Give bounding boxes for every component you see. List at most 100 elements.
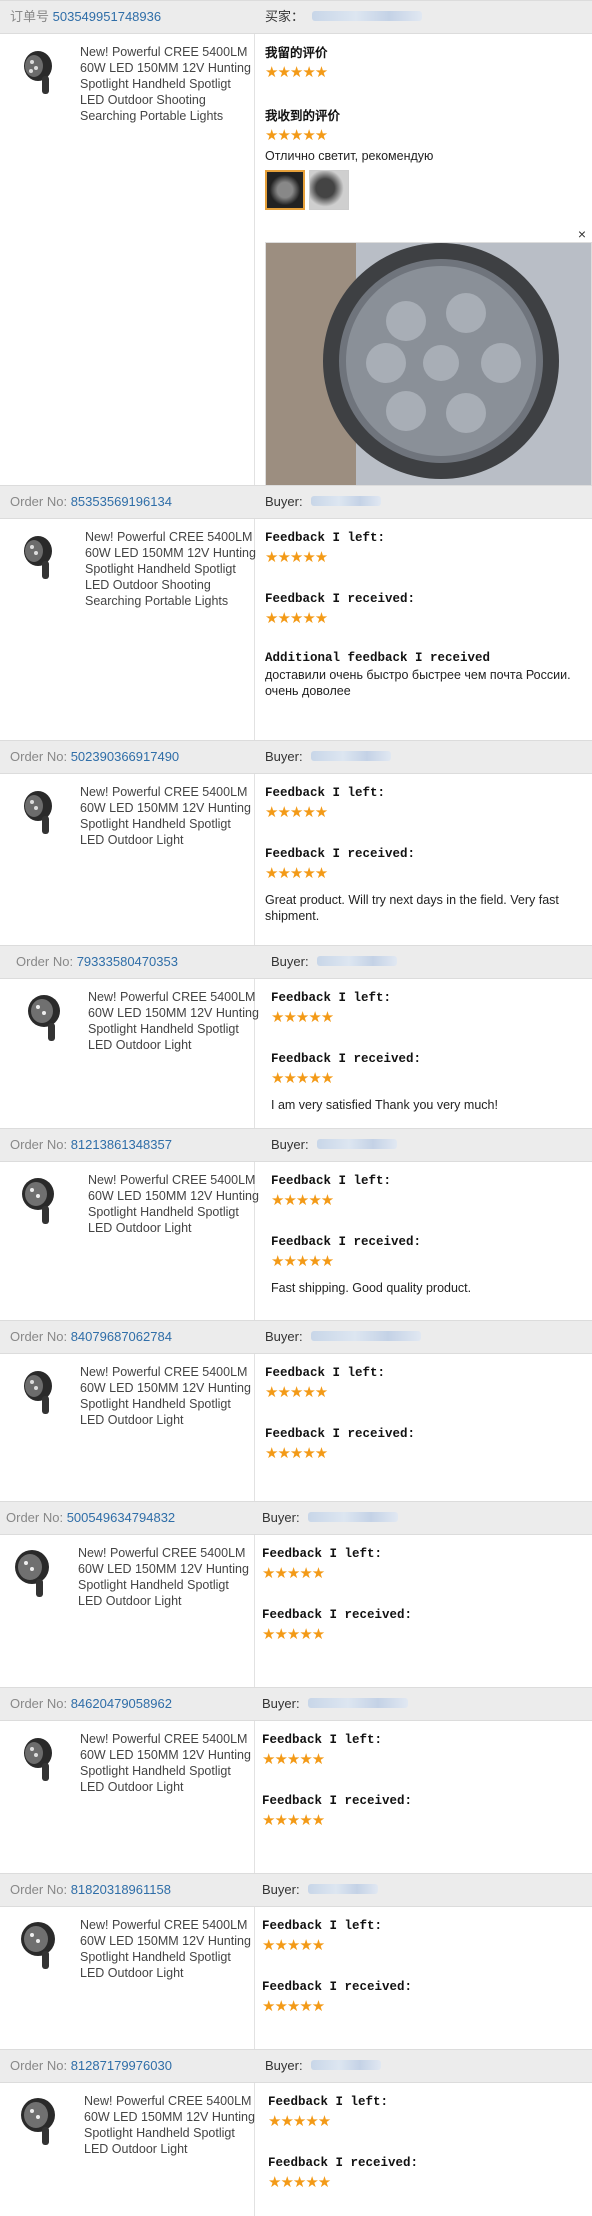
- spotlight-product-icon[interactable]: [6, 1547, 60, 1601]
- feedback-left-label: Feedback I left:: [271, 1174, 392, 1188]
- product-title-link[interactable]: New! Powerful CREE 5400LM 60W LED 150MM …: [78, 1545, 250, 1609]
- buyer-label: Buyer:: [262, 1882, 300, 1897]
- order-body: New! Powerful CREE 5400LM 60W LED 150MM …: [0, 1162, 592, 1320]
- feedback-received-stars: ★★★★★: [265, 1445, 328, 1462]
- order-label: Order No:: [10, 494, 68, 509]
- order-number-link[interactable]: 79333580470353: [77, 954, 178, 969]
- flashlight-photo-image: [266, 243, 591, 485]
- order-label: Order No:: [10, 1329, 68, 1344]
- order-number-link[interactable]: 85353569196134: [71, 494, 172, 509]
- product-cell: New! Powerful CREE 5400LM 60W LED 150MM …: [0, 979, 259, 1133]
- spotlight-product-icon[interactable]: [12, 531, 66, 585]
- feedback-received-stars: ★★★★★: [265, 865, 328, 882]
- feedback-received-stars: ★★★★★: [271, 1253, 334, 1270]
- spotlight-product-icon[interactable]: [12, 1366, 66, 1420]
- order-label: 订单号: [10, 9, 50, 24]
- feedback-received-label: 我收到的评价: [265, 109, 341, 123]
- order-body: New! Powerful CREE 5400LM 60W LED 150MM …: [0, 774, 592, 945]
- feedback-left-stars: ★★★★★: [268, 2113, 331, 2130]
- review-photo-large[interactable]: [265, 242, 592, 486]
- product-cell: New! Powerful CREE 5400LM 60W LED 150MM …: [0, 1535, 255, 1687]
- feedback-cell: Feedback I left: ★★★★★ Feedback I receiv…: [265, 529, 582, 699]
- product-title-link[interactable]: New! Powerful CREE 5400LM 60W LED 150MM …: [80, 784, 252, 848]
- product-title-link[interactable]: New! Powerful CREE 5400LM 60W LED 150MM …: [80, 1917, 252, 1981]
- product-title-link[interactable]: New! Powerful CREE 5400LM 60W LED 150MM …: [88, 989, 260, 1053]
- order-header: Order No: 502390366917490 Buyer:: [0, 740, 592, 774]
- buyer-comment: Great product. Will try next days in the…: [265, 893, 559, 923]
- order-label: Order No:: [10, 1137, 68, 1152]
- product-title-link[interactable]: New! Powerful CREE 5400LM 60W LED 150MM …: [80, 1364, 252, 1428]
- order-label: Order No:: [6, 1510, 64, 1525]
- spotlight-product-icon[interactable]: [12, 786, 66, 840]
- order-number-link[interactable]: 81213861348357: [71, 1137, 172, 1152]
- feedback-cell: Feedback I left: ★★★★★ Feedback I receiv…: [265, 784, 582, 924]
- product-title-link[interactable]: New! Powerful CREE 5400LM 60W LED 150MM …: [80, 44, 252, 124]
- order-number-link[interactable]: 81820318961158: [71, 1882, 171, 1897]
- review-photo-thumb-2[interactable]: [309, 170, 349, 210]
- feedback-left-label: Feedback I left:: [265, 786, 386, 800]
- order-body: New! Powerful CREE 5400LM 60W LED 150MM …: [0, 2083, 592, 2216]
- order-number-link[interactable]: 81287179976030: [71, 2058, 172, 2073]
- product-cell: New! Powerful CREE 5400LM 60W LED 150MM …: [0, 1721, 255, 1873]
- buyer-label: Buyer:: [262, 1696, 300, 1711]
- feedback-left-label: Feedback I left:: [265, 531, 386, 545]
- buyer-name-redacted: [316, 1139, 397, 1150]
- feedback-left-stars: ★★★★★: [265, 549, 328, 566]
- spotlight-product-icon[interactable]: [18, 991, 72, 1045]
- feedback-received-label: Feedback I received:: [268, 2156, 419, 2170]
- order-header: Order No: 81287179976030 Buyer:: [0, 2049, 592, 2083]
- feedback-left-label: Feedback I left:: [271, 991, 392, 1005]
- buyer-comment: I am very satisfied Thank you very much!: [271, 1098, 498, 1112]
- feedback-received-stars: ★★★★★: [265, 610, 328, 627]
- feedback-left-stars: ★★★★★: [265, 804, 328, 821]
- order-number-link[interactable]: 503549951748936: [53, 9, 161, 24]
- review-photo-thumb-1[interactable]: [265, 170, 305, 210]
- feedback-left-label: Feedback I left:: [262, 1919, 383, 1933]
- buyer-name-redacted: [310, 496, 381, 507]
- order-label: Order No:: [10, 1882, 68, 1897]
- buyer-name-redacted: [310, 2060, 381, 2071]
- feedback-left-stars: ★★★★★: [265, 1384, 328, 1401]
- order-block-8: Order No: 81820318961158 Buyer: New! Pow…: [0, 1873, 592, 2049]
- additional-feedback-text: доставили очень быстро быстрее чем почта…: [265, 668, 571, 698]
- order-number-link[interactable]: 84620479058962: [71, 1696, 172, 1711]
- product-cell: New! Powerful CREE 5400LM 60W LED 150MM …: [0, 1907, 255, 2049]
- product-title-link[interactable]: New! Powerful CREE 5400LM 60W LED 150MM …: [80, 1731, 252, 1795]
- product-title-link[interactable]: New! Powerful CREE 5400LM 60W LED 150MM …: [88, 1172, 260, 1236]
- order-block-0: 订单号 503549951748936 买家： New! Powerful CR…: [0, 0, 592, 486]
- order-block-7: Order No: 84620479058962 Buyer: New! Pow…: [0, 1687, 592, 1873]
- buyer-label: Buyer:: [262, 1510, 300, 1525]
- product-cell: New! Powerful CREE 5400LM 60W LED 150MM …: [0, 774, 255, 945]
- order-number-link[interactable]: 84079687062784: [71, 1329, 172, 1344]
- order-number-link[interactable]: 500549634794832: [67, 1510, 175, 1525]
- feedback-received-stars: ★★★★★: [271, 1070, 334, 1087]
- feedback-left-label: Feedback I left:: [265, 1366, 386, 1380]
- buyer-label: Buyer:: [265, 2058, 303, 2073]
- order-body: New! Powerful CREE 5400LM 60W LED 150MM …: [0, 519, 592, 758]
- feedback-cell: Feedback I left: ★★★★★ Feedback I receiv…: [271, 1172, 582, 1296]
- product-cell: New! Powerful CREE 5400LM 60W LED 150MM …: [0, 1354, 255, 1501]
- feedback-left-label: Feedback I left:: [262, 1733, 383, 1747]
- feedback-left-stars: ★★★★★: [262, 1937, 325, 1954]
- feedback-cell: Feedback I left: ★★★★★ Feedback I receiv…: [262, 1917, 582, 2039]
- order-number-link[interactable]: 502390366917490: [71, 749, 179, 764]
- product-title-link[interactable]: New! Powerful CREE 5400LM 60W LED 150MM …: [85, 529, 257, 609]
- order-label: Order No:: [10, 1696, 68, 1711]
- feedback-cell: Feedback I left: ★★★★★ Feedback I receiv…: [262, 1545, 582, 1667]
- spotlight-product-icon[interactable]: [12, 1733, 66, 1787]
- order-header: Order No: 84620479058962 Buyer:: [0, 1687, 592, 1721]
- feedback-received-label: Feedback I received:: [262, 1980, 413, 1994]
- feedback-received-stars: ★★★★★: [262, 1626, 325, 1643]
- close-icon[interactable]: ×: [578, 226, 586, 242]
- spotlight-product-icon[interactable]: [12, 46, 66, 100]
- spotlight-product-icon[interactable]: [12, 2095, 66, 2149]
- spotlight-product-icon[interactable]: [12, 1919, 66, 1973]
- product-cell: New! Powerful CREE 5400LM 60W LED 150MM …: [0, 519, 257, 758]
- spotlight-product-icon[interactable]: [12, 1174, 66, 1228]
- feedback-left-stars: ★★★★★: [265, 64, 328, 81]
- feedback-cell: Feedback I left: ★★★★★ Feedback I receiv…: [271, 989, 582, 1113]
- order-block-3: Order No: 79333580470353 Buyer: New! Pow…: [0, 945, 592, 1133]
- order-label: Order No:: [16, 954, 74, 969]
- order-block-2: Order No: 502390366917490 Buyer: New! Po…: [0, 740, 592, 945]
- product-title-link[interactable]: New! Powerful CREE 5400LM 60W LED 150MM …: [84, 2093, 256, 2157]
